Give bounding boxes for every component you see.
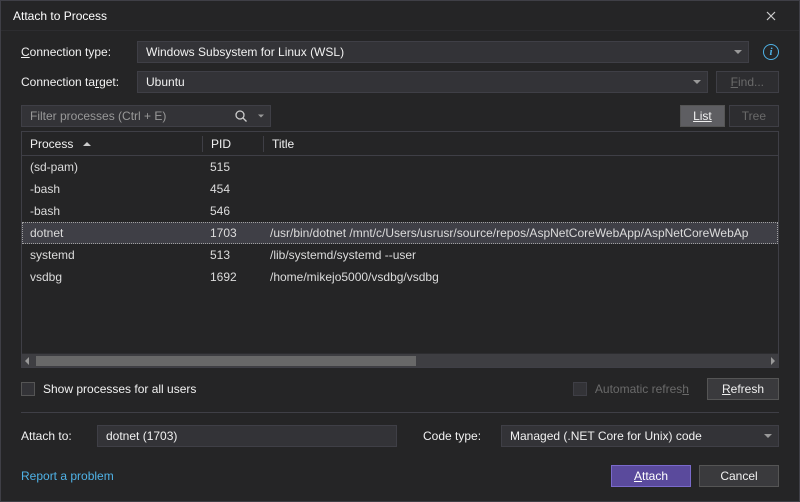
table-row[interactable]: -bash454 [22, 178, 778, 200]
code-type-value: Managed (.NET Core for Unix) code [510, 429, 702, 443]
table-row[interactable]: (sd-pam)515 [22, 156, 778, 178]
show-all-users-label: Show processes for all users [43, 382, 196, 396]
connection-target-value: Ubuntu [146, 75, 185, 89]
col-pid-header[interactable]: PID [203, 137, 263, 151]
col-process-header[interactable]: Process [22, 137, 202, 151]
connection-type-value: Windows Subsystem for Linux (WSL) [146, 45, 344, 59]
search-icon [234, 109, 248, 123]
cell-pid: 546 [202, 204, 262, 218]
table-row[interactable]: systemd513/lib/systemd/systemd --user [22, 244, 778, 266]
find-label: Find... [731, 75, 764, 89]
col-title-header[interactable]: Title [264, 137, 778, 151]
cell-process: dotnet [22, 226, 202, 240]
cell-process: -bash [22, 204, 202, 218]
filter-input[interactable]: Filter processes (Ctrl + E) [21, 105, 271, 127]
refresh-label: Refresh [722, 382, 764, 396]
info-icon[interactable]: i [763, 44, 779, 60]
cancel-label: Cancel [720, 469, 757, 483]
connection-type-combo[interactable]: Windows Subsystem for Linux (WSL) [137, 41, 749, 63]
cell-process: -bash [22, 182, 202, 196]
show-all-users-checkbox[interactable] [21, 382, 35, 396]
attach-to-value: dotnet (1703) [106, 429, 177, 443]
code-type-combo[interactable]: Managed (.NET Core for Unix) code [501, 425, 779, 447]
connection-target-label: Connection target: [21, 75, 129, 89]
connection-target-combo[interactable]: Ubuntu [137, 71, 708, 93]
report-problem-link[interactable]: Report a problem [21, 469, 114, 483]
titlebar: Attach to Process [1, 1, 799, 31]
process-table: Process PID Title (sd-pam)515-bash454-ba… [21, 131, 779, 368]
cell-pid: 1692 [202, 270, 262, 284]
auto-refresh-checkbox [573, 382, 587, 396]
auto-refresh-label: Automatic refresh [595, 382, 689, 396]
close-icon [766, 11, 776, 21]
refresh-button[interactable]: Refresh [707, 378, 779, 400]
cancel-button[interactable]: Cancel [699, 465, 779, 487]
chevron-down-icon [258, 115, 264, 118]
list-label: List [693, 109, 712, 123]
cell-pid: 1703 [202, 226, 262, 240]
attach-to-label: Attach to: [21, 429, 89, 443]
find-button: Find... [716, 71, 779, 93]
attach-to-process-dialog: Attach to Process Connection type: Windo… [0, 0, 800, 502]
cell-pid: 515 [202, 160, 262, 174]
separator [21, 412, 779, 413]
attach-button[interactable]: Attach [611, 465, 691, 487]
sort-ascending-icon [83, 142, 91, 146]
scroll-right-icon [771, 357, 775, 365]
cell-pid: 454 [202, 182, 262, 196]
cell-process: (sd-pam) [22, 160, 202, 174]
code-type-label: Code type: [423, 429, 493, 443]
table-header: Process PID Title [22, 132, 778, 156]
chevron-down-icon [693, 80, 701, 84]
scrollbar-thumb[interactable] [36, 356, 416, 366]
close-button[interactable] [751, 4, 791, 28]
scroll-left-icon [25, 357, 29, 365]
tree-label: Tree [742, 109, 766, 123]
attach-label: Attach [634, 469, 668, 483]
table-body: (sd-pam)515-bash454-bash546dotnet1703/us… [22, 156, 778, 353]
cell-process: vsdbg [22, 270, 202, 284]
cell-process: systemd [22, 248, 202, 262]
attach-to-input[interactable]: dotnet (1703) [97, 425, 397, 447]
table-row[interactable]: vsdbg1692/home/mikejo5000/vsdbg/vsdbg [22, 266, 778, 288]
connection-type-label: Connection type: [21, 45, 129, 59]
chevron-down-icon [764, 434, 772, 438]
cell-title: /usr/bin/dotnet /mnt/c/Users/usrusr/sour… [262, 226, 778, 240]
cell-pid: 513 [202, 248, 262, 262]
horizontal-scrollbar[interactable] [22, 353, 778, 367]
cell-title: /lib/systemd/systemd --user [262, 248, 778, 262]
table-row[interactable]: -bash546 [22, 200, 778, 222]
cell-title: /home/mikejo5000/vsdbg/vsdbg [262, 270, 778, 284]
table-row[interactable]: dotnet1703/usr/bin/dotnet /mnt/c/Users/u… [22, 222, 778, 244]
dialog-title: Attach to Process [13, 9, 751, 23]
list-view-toggle[interactable]: List [680, 105, 725, 127]
chevron-down-icon [734, 50, 742, 54]
view-toggle-group: List Tree [680, 105, 779, 127]
filter-placeholder: Filter processes (Ctrl + E) [30, 109, 166, 123]
tree-view-toggle: Tree [729, 105, 779, 127]
